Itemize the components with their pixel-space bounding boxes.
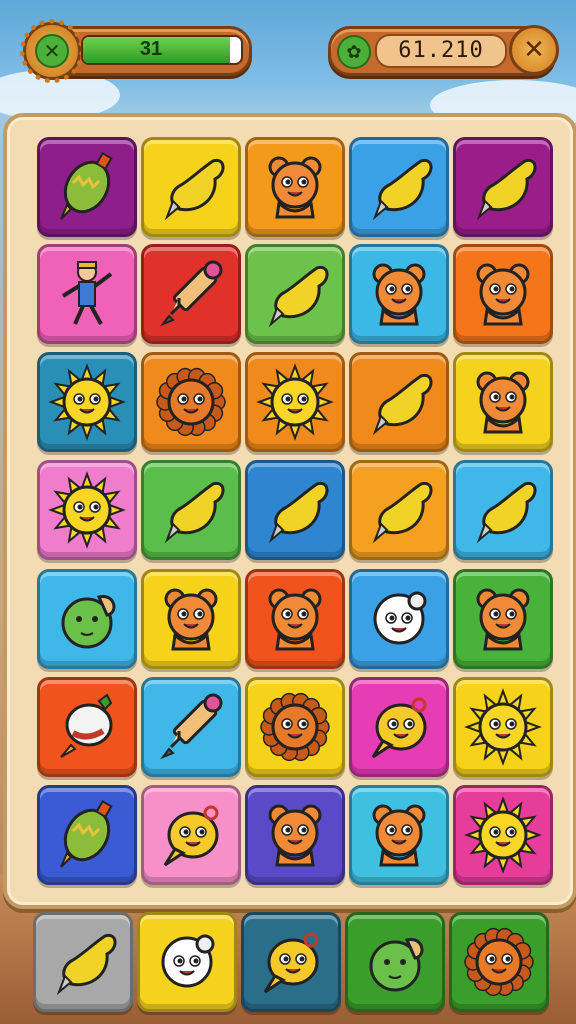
score-bar: ✿ 61.210 ✕: [328, 25, 559, 76]
progress-value: 31: [139, 38, 163, 60]
pencil-icon: [160, 693, 223, 760]
tray-tile-pear[interactable]: [33, 912, 133, 1012]
tile-pear[interactable]: [349, 460, 449, 560]
tile-sun[interactable]: [245, 352, 345, 452]
tile-bubble[interactable]: [349, 677, 449, 777]
tray-tile-bulb[interactable]: [137, 912, 237, 1012]
lion-icon: [464, 927, 534, 997]
sun-icon: [464, 688, 542, 766]
lion-icon: [260, 692, 330, 762]
tile-pear[interactable]: [245, 244, 345, 344]
pear-icon: [372, 373, 433, 436]
bear-icon: [268, 588, 322, 651]
x-icon: ✕: [35, 34, 69, 68]
tile-bubble[interactable]: [141, 785, 241, 885]
pear-icon: [164, 481, 225, 544]
squash-icon: [60, 151, 113, 220]
tile-bear[interactable]: [141, 569, 241, 669]
tile-bear[interactable]: [245, 785, 345, 885]
pear-icon: [268, 481, 329, 544]
fish-icon: [369, 938, 424, 992]
tile-squash[interactable]: [37, 137, 137, 237]
pear-icon: [476, 158, 537, 221]
bubble-icon: [163, 805, 219, 867]
tray-tile-bubble[interactable]: [241, 912, 341, 1012]
tile-sun[interactable]: [37, 460, 137, 560]
pear-icon: [268, 265, 329, 328]
tile-carrot[interactable]: [37, 677, 137, 777]
bulb-icon: [373, 591, 427, 645]
tile-pear[interactable]: [245, 460, 345, 560]
tray-tile-lion[interactable]: [449, 912, 549, 1012]
fish-icon: [61, 595, 116, 649]
tile-lion[interactable]: [245, 677, 345, 777]
squash-icon: [60, 799, 113, 868]
tile-pear[interactable]: [141, 137, 241, 237]
x-icon: ✕: [523, 35, 545, 65]
tile-bulb[interactable]: [349, 569, 449, 669]
tile-bear[interactable]: [453, 569, 553, 669]
pear-icon: [476, 481, 537, 544]
tile-pencil[interactable]: [141, 677, 241, 777]
level-gear-icon[interactable]: ✕: [20, 19, 84, 83]
tile-lion[interactable]: [141, 352, 241, 452]
level-progress-bar: ✕ 31: [20, 19, 252, 83]
bear-icon: [372, 804, 426, 867]
pear-icon: [56, 933, 117, 996]
tile-bear[interactable]: [349, 785, 449, 885]
bear-icon: [164, 588, 218, 651]
pear-icon: [372, 481, 433, 544]
bear-icon: [268, 804, 322, 867]
tile-squash[interactable]: [37, 785, 137, 885]
bear-icon: [476, 371, 530, 434]
game-board: [3, 113, 576, 909]
tile-bear[interactable]: [245, 137, 345, 237]
tile-pear[interactable]: [453, 460, 553, 560]
figure-icon: [61, 261, 113, 325]
bear-icon: [372, 263, 426, 326]
tile-pear[interactable]: [141, 460, 241, 560]
bear-icon: [476, 263, 530, 326]
tile-pear[interactable]: [349, 352, 449, 452]
sun-icon: [464, 796, 542, 874]
bear-icon: [268, 156, 322, 219]
tray-tile-fish[interactable]: [345, 912, 445, 1012]
sun-icon: [256, 363, 334, 441]
tile-sun[interactable]: [453, 785, 553, 885]
bubble-icon: [263, 932, 319, 994]
tile-bear[interactable]: [349, 244, 449, 344]
tile-fish[interactable]: [37, 569, 137, 669]
tile-pear[interactable]: [349, 137, 449, 237]
tile-bear[interactable]: [453, 352, 553, 452]
lion-icon: [156, 367, 226, 437]
tile-bear[interactable]: [453, 244, 553, 344]
pear-icon: [372, 158, 433, 221]
pencil-icon: [160, 260, 223, 327]
leaf-coin-icon: ✿: [337, 35, 371, 69]
carrot-icon: [60, 693, 113, 758]
pear-icon: [164, 158, 225, 221]
score-value: 61.210: [375, 34, 507, 68]
tile-figure[interactable]: [37, 244, 137, 344]
sun-icon: [48, 471, 126, 549]
close-button[interactable]: ✕: [509, 25, 559, 75]
tile-pencil[interactable]: [141, 244, 241, 344]
bubble-icon: [371, 697, 427, 759]
tile-sun[interactable]: [453, 677, 553, 777]
tile-sun[interactable]: [37, 352, 137, 452]
bear-icon: [476, 588, 530, 651]
tile-bear[interactable]: [245, 569, 345, 669]
tile-pear[interactable]: [453, 137, 553, 237]
sun-icon: [48, 363, 126, 441]
bulb-icon: [161, 934, 215, 988]
